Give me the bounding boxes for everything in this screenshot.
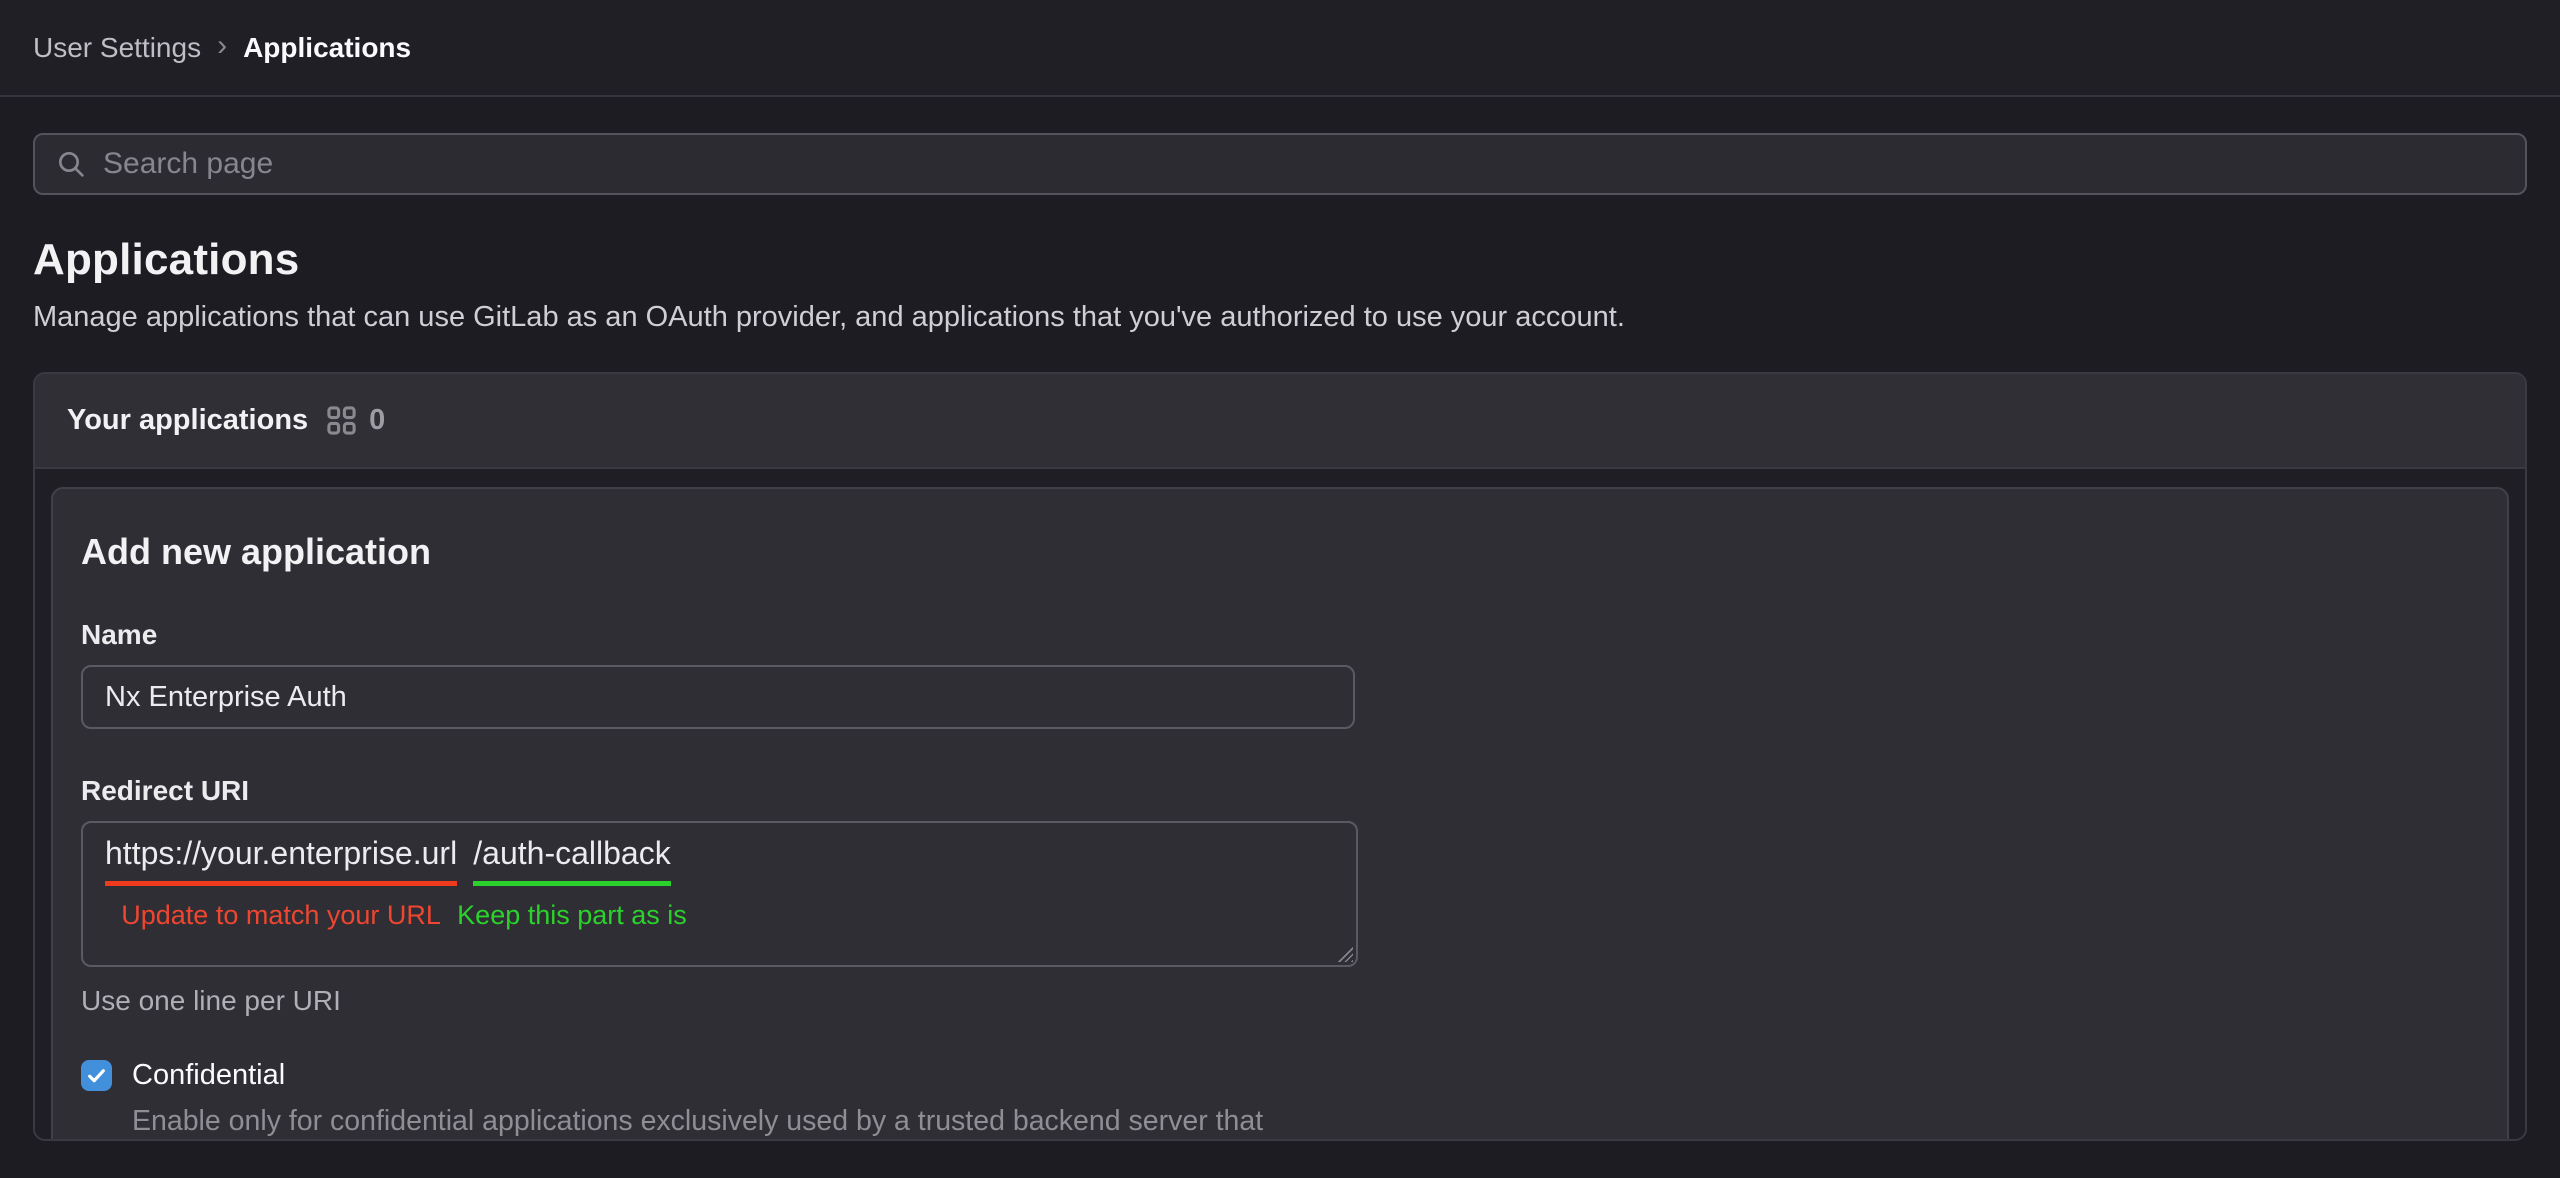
- confidential-row: Confidential: [81, 1059, 2479, 1092]
- confidential-checkbox[interactable]: [81, 1060, 112, 1091]
- textarea-resize-handle-icon[interactable]: [1337, 946, 1353, 962]
- breadcrumb-applications: Applications: [243, 32, 411, 64]
- confidential-label[interactable]: Confidential: [132, 1059, 285, 1092]
- confidential-help-line: Enable only for confidential application…: [132, 1102, 2479, 1141]
- add-application-title: Add new application: [81, 531, 2479, 573]
- page-content: Applications Manage applications that ca…: [0, 133, 2560, 1141]
- redirect-uri-green-text: /auth-callback: [473, 835, 670, 886]
- your-applications-title: Your applications: [67, 404, 308, 437]
- search-icon: [55, 148, 87, 180]
- annotation-update-url: Update to match your URL: [121, 900, 441, 931]
- breadcrumb-user-settings[interactable]: User Settings: [33, 32, 201, 64]
- your-applications-section: Your applications 0 Add new application …: [33, 372, 2527, 1141]
- application-name-input[interactable]: [81, 665, 1355, 729]
- breadcrumb: User Settings › Applications: [33, 32, 411, 64]
- name-label: Name: [81, 619, 2479, 651]
- search-box[interactable]: [33, 133, 2527, 195]
- redirect-uri-help: Use one line per URI: [81, 985, 2479, 1017]
- applications-grid-icon: [326, 405, 357, 436]
- breadcrumb-separator-icon: ›: [217, 31, 227, 61]
- applications-count-value: 0: [369, 404, 385, 437]
- top-bar: User Settings › Applications: [0, 0, 2560, 97]
- search-input[interactable]: [103, 135, 2505, 193]
- checkmark-icon: [86, 1065, 107, 1086]
- redirect-uri-red-segment: https://your.enterprise.url Update to ma…: [105, 835, 457, 931]
- confidential-help: Enable only for confidential application…: [132, 1102, 2479, 1141]
- redirect-uri-value: https://your.enterprise.url Update to ma…: [105, 835, 1334, 931]
- add-application-card: Add new application Name Redirect URI ht…: [51, 487, 2509, 1141]
- your-applications-body: Add new application Name Redirect URI ht…: [35, 469, 2525, 1141]
- redirect-uri-green-segment: /auth-callback Keep this part as is: [457, 835, 687, 931]
- redirect-uri-label: Redirect URI: [81, 775, 2479, 807]
- page-description: Manage applications that can use GitLab …: [33, 301, 2527, 334]
- applications-count: 0: [326, 404, 385, 437]
- page-title: Applications: [33, 235, 2527, 285]
- redirect-uri-red-text: https://your.enterprise.url: [105, 835, 457, 886]
- annotation-keep-part: Keep this part as is: [457, 900, 687, 931]
- your-applications-header: Your applications 0: [35, 374, 2525, 469]
- redirect-uri-textarea[interactable]: https://your.enterprise.url Update to ma…: [81, 821, 1358, 967]
